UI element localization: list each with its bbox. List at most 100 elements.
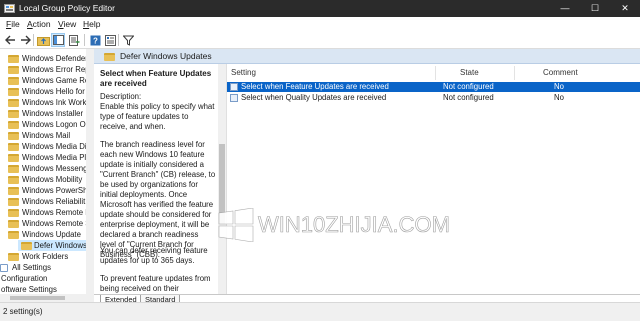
column-header-comment[interactable]: Comment — [543, 68, 578, 78]
toolbar-separator — [33, 34, 34, 46]
tree-item[interactable]: Windows Mobility — [0, 174, 86, 185]
menu-action-label: ction — [32, 19, 51, 29]
column-separator[interactable] — [435, 66, 436, 80]
pane-header-title: Defer Windows Updates — [120, 51, 212, 61]
row-setting: Select when Quality Updates are received — [241, 93, 387, 102]
tree-item[interactable]: Windows Defender — [0, 53, 88, 64]
tree-item-label: Windows PowerSh — [22, 186, 88, 195]
tree-item[interactable]: Windows Logon Op — [0, 119, 90, 130]
row-setting: Select when Feature Updates are received — [241, 82, 389, 91]
help-icon[interactable]: ? — [88, 33, 102, 47]
tree-horizontal-scrollbar[interactable] — [0, 294, 94, 302]
description-scrollbar[interactable] — [218, 64, 226, 294]
tree-item[interactable]: Windows Installer — [0, 108, 86, 119]
folder-icon — [104, 53, 115, 61]
toolbar: ? — [0, 31, 640, 49]
tree-item[interactable]: Windows Remote M — [0, 207, 92, 218]
column-header-setting[interactable]: Setting — [231, 68, 256, 78]
policy-setting-icon — [230, 94, 238, 102]
tree-item[interactable]: Windows Hello for — [0, 86, 86, 97]
tree-item[interactable]: Windows Game Re — [0, 75, 90, 86]
description-panel: Select when Feature Updates are received… — [94, 64, 216, 294]
tree-item-label: Windows Media Di — [22, 142, 87, 151]
tree-item-label: Defer Windows — [34, 241, 87, 250]
back-arrow-icon[interactable] — [3, 33, 17, 47]
tree-item-label: Windows Ink Work — [22, 98, 87, 107]
tree-item[interactable]: Windows Error Rep — [0, 64, 90, 75]
tree-item-label: Windows Media Pl — [22, 153, 87, 162]
svg-text:?: ? — [93, 36, 98, 45]
folder-icon — [8, 165, 19, 173]
folder-icon — [8, 99, 19, 107]
show-hide-tree-icon[interactable] — [51, 33, 65, 47]
tree-item-label: Windows Game Re — [22, 76, 90, 85]
folder-icon — [8, 231, 19, 239]
column-separator[interactable] — [514, 66, 515, 80]
folder-icon — [8, 253, 19, 261]
close-button[interactable]: ✕ — [610, 0, 640, 17]
tree-item[interactable]: Windows Reliabilit — [0, 196, 86, 207]
description-label: Description: — [100, 92, 142, 101]
menu-help-label: elp — [89, 19, 101, 29]
tree-item-label: Windows Mail — [22, 131, 71, 140]
tree-item-label: Windows Installer — [22, 109, 84, 118]
list-row[interactable]: Select when Quality Updates are received… — [227, 93, 640, 103]
tree-vertical-scrollbar[interactable] — [86, 49, 94, 294]
folder-icon — [8, 154, 19, 162]
tree-item-label: Windows Reliabilit — [22, 197, 86, 206]
tree-item[interactable]: Windows Media Di — [0, 141, 87, 152]
tree-item[interactable]: oftware Settings — [0, 284, 86, 294]
tree-item-label: Windows Mobility — [22, 175, 83, 184]
description-paragraph: The branch readiness level for each new … — [100, 140, 216, 259]
pane-header: Defer Windows Updates — [94, 49, 640, 64]
tree-item[interactable]: Windows Mail — [0, 130, 86, 141]
folder-icon — [8, 220, 19, 228]
filter-icon[interactable] — [121, 33, 135, 47]
tree-item[interactable]: Windows PowerSh — [0, 185, 88, 196]
properties-icon[interactable] — [103, 33, 117, 47]
menu-bar: File Action View Help — [0, 17, 640, 31]
title-bar: Local Group Policy Editor — ☐ ✕ — [0, 0, 640, 17]
folder-icon — [8, 187, 19, 195]
tree-item[interactable]: Defer Windows — [18, 240, 90, 251]
tree-item-label: Windows Hello for — [22, 87, 85, 96]
tree-item-label: Windows Logon Op — [22, 120, 91, 129]
menu-action[interactable]: Action — [27, 19, 51, 29]
tree-horizontal-scroll-thumb[interactable] — [10, 296, 65, 300]
menu-view-label: iew — [63, 19, 77, 29]
tree-item[interactable]: Work Folders — [0, 251, 86, 262]
folder-up-icon[interactable] — [36, 33, 50, 47]
tree-item[interactable]: All Settings — [0, 262, 86, 273]
folder-icon — [8, 110, 19, 118]
tree-item-label: Windows Messeng — [22, 164, 88, 173]
list-row[interactable]: Select when Feature Updates are received… — [227, 82, 640, 92]
tree-item[interactable]: Windows Remote S — [0, 218, 90, 229]
tree-item[interactable]: Configuration — [0, 273, 86, 284]
column-header-state[interactable]: State — [460, 68, 479, 78]
tree-item-label: All Settings — [12, 263, 52, 272]
tree-item[interactable]: Windows Media Pl — [0, 152, 86, 163]
folder-icon — [8, 55, 19, 63]
tree-item-label: Windows Error Rep — [22, 65, 90, 74]
forward-arrow-icon[interactable] — [18, 33, 32, 47]
menu-file[interactable]: File — [6, 19, 20, 29]
tree-item[interactable]: Windows Messeng — [0, 163, 88, 174]
folder-icon — [8, 209, 19, 217]
folder-icon — [8, 121, 19, 129]
menu-file-label: ile — [11, 19, 20, 29]
policy-tree[interactable]: Windows Defender Windows Error Rep Windows… — [0, 49, 94, 294]
tree-item-label: Windows Defender — [22, 54, 88, 63]
description-scroll-thumb[interactable] — [219, 144, 225, 224]
menu-view[interactable]: View — [58, 19, 76, 29]
tree-item[interactable]: Windows Ink Work — [0, 97, 86, 108]
menu-help[interactable]: Help — [83, 19, 100, 29]
description-paragraph: To prevent feature updates from being re… — [100, 274, 211, 293]
row-comment: No — [554, 93, 564, 102]
maximize-button[interactable]: ☐ — [580, 0, 610, 17]
tree-item-label: oftware Settings — [1, 285, 57, 294]
tree-item[interactable]: Windows Update — [0, 229, 86, 240]
minimize-button[interactable]: — — [550, 0, 580, 17]
window-title: Local Group Policy Editor — [19, 3, 115, 13]
tree-item-label: Windows Update — [22, 230, 81, 239]
export-list-icon[interactable] — [67, 33, 81, 47]
